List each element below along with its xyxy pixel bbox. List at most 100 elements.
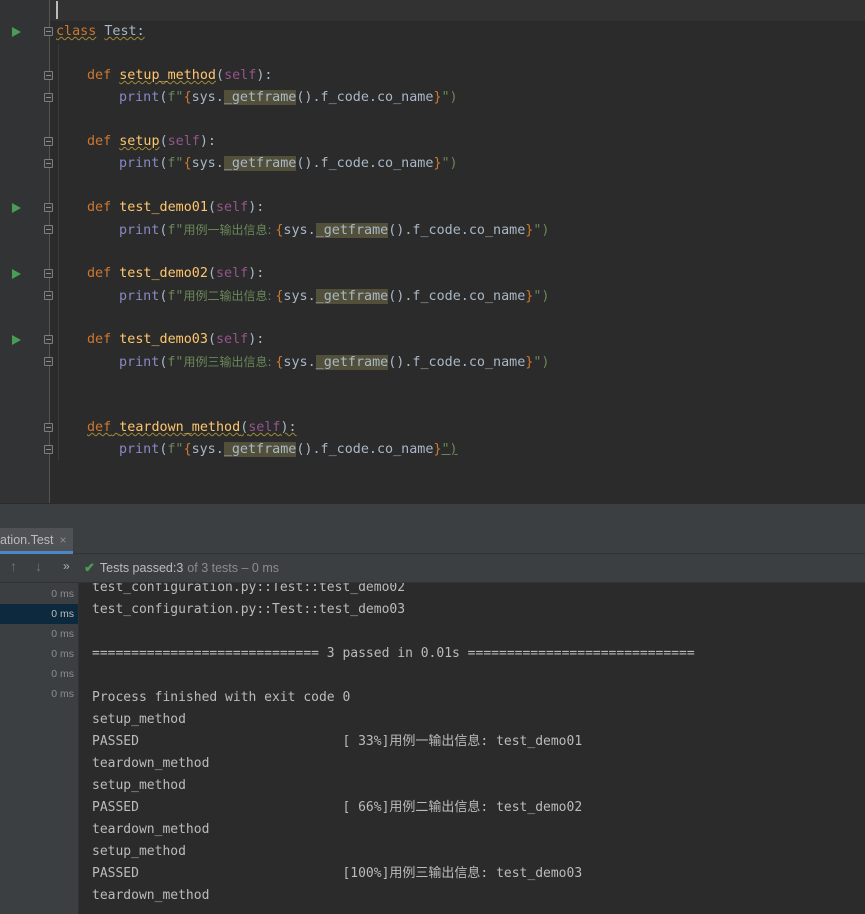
code: sys. bbox=[191, 156, 224, 171]
tree-row-time[interactable]: 0 ms bbox=[0, 604, 78, 624]
run-class-icon[interactable] bbox=[12, 27, 21, 37]
brace: } bbox=[433, 156, 442, 171]
tree-row-time[interactable]: 0 ms bbox=[0, 684, 78, 704]
string: ") bbox=[441, 442, 458, 457]
code-line: def teardown_method(self): bbox=[87, 417, 297, 439]
console-line: ============================= 3 passed i… bbox=[92, 646, 695, 661]
code-editor[interactable]: class Test: def setup_method(self): prin… bbox=[0, 0, 865, 503]
function-name: test_demo01 bbox=[119, 200, 208, 215]
previous-failed-test-icon[interactable]: ↑ bbox=[10, 558, 17, 574]
fold-end-icon[interactable] bbox=[44, 291, 53, 300]
run-tab[interactable]: ation.Test × bbox=[0, 528, 73, 554]
builtin: print bbox=[119, 289, 160, 304]
fold-end-icon[interactable] bbox=[44, 93, 53, 102]
tree-row-time[interactable]: 0 ms bbox=[0, 624, 78, 644]
punct: ): bbox=[248, 332, 265, 347]
fold-icon[interactable] bbox=[44, 27, 53, 36]
status-label: Tests passed: bbox=[99, 561, 177, 575]
run-test-demo01-icon[interactable] bbox=[12, 203, 21, 213]
console-line: setup_method bbox=[92, 778, 186, 793]
punct: ( bbox=[207, 266, 216, 281]
string: ") bbox=[441, 90, 458, 105]
string: f" bbox=[167, 289, 184, 304]
console-output[interactable]: test_configuration.py::Test::test_demo02… bbox=[79, 583, 865, 914]
fold-icon[interactable] bbox=[44, 71, 53, 80]
code-line: def test_demo03(self): bbox=[87, 329, 264, 351]
console-line: PASSED [ 66%]用例二输出信息: test_demo02 bbox=[92, 800, 583, 815]
console-line: teardown_method bbox=[92, 888, 210, 903]
fold-icon[interactable] bbox=[44, 137, 53, 146]
function-name: setup_method bbox=[119, 68, 216, 83]
run-tab-label: ation.Test bbox=[0, 532, 54, 547]
string: 用例一输出信息: bbox=[183, 223, 276, 237]
punct: ): bbox=[280, 420, 297, 435]
param: self bbox=[248, 420, 281, 435]
current-line-highlight bbox=[50, 0, 865, 21]
code: ().f_code.co_name bbox=[388, 223, 526, 238]
code: ().f_code.co_name bbox=[388, 289, 526, 304]
code: _getframe bbox=[223, 156, 297, 171]
code: sys. bbox=[191, 442, 224, 457]
class-name: Test: bbox=[104, 24, 145, 39]
fold-end-icon[interactable] bbox=[44, 357, 53, 366]
string: f" bbox=[167, 156, 184, 171]
console-line: test_configuration.py::Test::test_demo02 bbox=[92, 583, 406, 595]
keyword: def bbox=[87, 200, 112, 215]
editor-gutter bbox=[0, 0, 49, 503]
builtin: print bbox=[119, 90, 160, 105]
string: f" bbox=[167, 355, 184, 370]
fold-icon[interactable] bbox=[44, 423, 53, 432]
punct: ): bbox=[256, 68, 273, 83]
console-line: setup_method bbox=[92, 712, 186, 727]
more-actions-icon[interactable]: » bbox=[63, 559, 70, 573]
code: sys. bbox=[283, 223, 316, 238]
code: ().f_code.co_name bbox=[296, 156, 434, 171]
fold-end-icon[interactable] bbox=[44, 159, 53, 168]
code: _getframe bbox=[223, 90, 297, 105]
console-line: PASSED [ 33%]用例一输出信息: test_demo01 bbox=[92, 734, 583, 749]
run-test-demo02-icon[interactable] bbox=[12, 269, 21, 279]
string: ") bbox=[441, 156, 458, 171]
keyword: def bbox=[87, 266, 112, 281]
panel-splitter[interactable] bbox=[0, 503, 865, 528]
brace: } bbox=[433, 442, 442, 457]
code-line: print(f"用例三输出信息: {sys._getframe().f_code… bbox=[119, 351, 549, 373]
punct: ( bbox=[207, 200, 216, 215]
param: self bbox=[224, 68, 257, 83]
string: f" bbox=[167, 90, 184, 105]
indent-guide bbox=[58, 44, 59, 460]
function-name: test_demo02 bbox=[119, 266, 208, 281]
close-icon[interactable]: × bbox=[60, 533, 67, 547]
fold-icon[interactable] bbox=[44, 203, 53, 212]
function-name: teardown_method bbox=[119, 420, 241, 435]
brace: { bbox=[183, 156, 192, 171]
builtin: print bbox=[119, 156, 160, 171]
code: sys. bbox=[191, 90, 224, 105]
string: f" bbox=[167, 442, 184, 457]
run-test-demo03-icon[interactable] bbox=[12, 335, 21, 345]
fold-end-icon[interactable] bbox=[44, 225, 53, 234]
next-failed-test-icon[interactable]: ↓ bbox=[35, 558, 42, 574]
function-name: test_demo03 bbox=[119, 332, 208, 347]
string: f" bbox=[167, 223, 184, 238]
param: self bbox=[216, 266, 249, 281]
console-line: teardown_method bbox=[92, 756, 210, 771]
fold-icon[interactable] bbox=[44, 269, 53, 278]
keyword: def bbox=[87, 332, 112, 347]
brace: { bbox=[183, 442, 192, 457]
function-name: setup bbox=[119, 134, 160, 149]
tree-row-time[interactable]: 0 ms bbox=[0, 664, 78, 684]
fold-end-icon[interactable] bbox=[44, 445, 53, 454]
tree-row-time[interactable]: 0 ms bbox=[0, 644, 78, 664]
code: sys. bbox=[283, 289, 316, 304]
code-line: print(f"{sys._getframe().f_code.co_name}… bbox=[119, 153, 458, 175]
code-line: def setup_method(self): bbox=[87, 65, 272, 87]
code-line: print(f"用例二输出信息: {sys._getframe().f_code… bbox=[119, 285, 549, 307]
text-caret bbox=[56, 1, 58, 19]
console-line: PASSED [100%]用例三输出信息: test_demo03 bbox=[92, 866, 583, 881]
keyword: def bbox=[87, 134, 112, 149]
passed-count: 3 bbox=[176, 561, 184, 575]
tree-row-time[interactable]: 0 ms bbox=[0, 584, 78, 604]
param: self bbox=[167, 134, 200, 149]
fold-icon[interactable] bbox=[44, 335, 53, 344]
